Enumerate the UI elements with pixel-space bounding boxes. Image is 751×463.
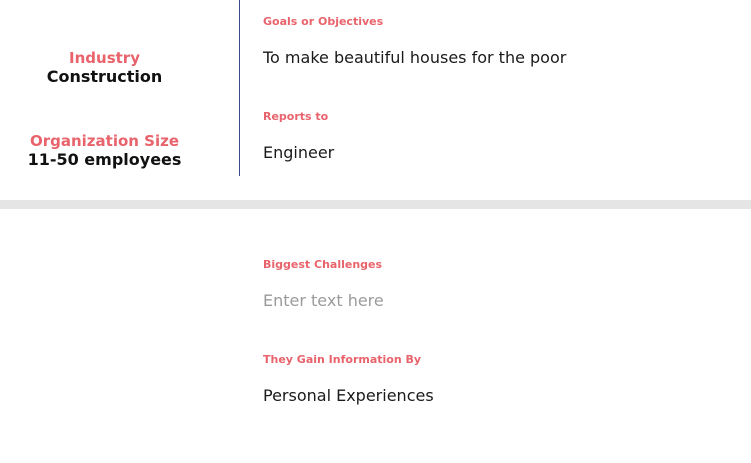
column-divider bbox=[239, 0, 240, 176]
reports-to-label: Reports to bbox=[263, 110, 329, 123]
reports-to-field: Reports to Engineer bbox=[263, 110, 733, 163]
industry-value[interactable]: Construction bbox=[0, 67, 209, 86]
biggest-challenges-field: Biggest Challenges bbox=[263, 258, 733, 311]
gain-information-value[interactable]: Personal Experiences bbox=[263, 386, 723, 406]
gain-information-field: They Gain Information By Personal Experi… bbox=[263, 353, 733, 406]
persona-summary-section: Industry Construction Organization Size … bbox=[0, 0, 751, 200]
persona-page: Industry Construction Organization Size … bbox=[0, 0, 751, 463]
section-separator-band bbox=[0, 200, 751, 209]
industry-block: Industry Construction bbox=[0, 49, 209, 86]
goals-value[interactable]: To make beautiful houses for the poor bbox=[263, 48, 723, 68]
persona-meta-column: Industry Construction Organization Size … bbox=[0, 0, 239, 176]
goals-label: Goals or Objectives bbox=[263, 15, 384, 28]
reports-to-value[interactable]: Engineer bbox=[263, 143, 723, 163]
organization-size-label: Organization Size bbox=[29, 132, 180, 150]
organization-size-value[interactable]: 11-50 employees bbox=[0, 150, 209, 169]
goals-field: Goals or Objectives To make beautiful ho… bbox=[263, 15, 733, 68]
organization-size-block: Organization Size 11-50 employees bbox=[0, 132, 209, 169]
biggest-challenges-label: Biggest Challenges bbox=[263, 258, 383, 271]
industry-label: Industry bbox=[69, 49, 140, 67]
gain-information-label: They Gain Information By bbox=[263, 353, 422, 366]
biggest-challenges-input[interactable] bbox=[263, 291, 723, 311]
